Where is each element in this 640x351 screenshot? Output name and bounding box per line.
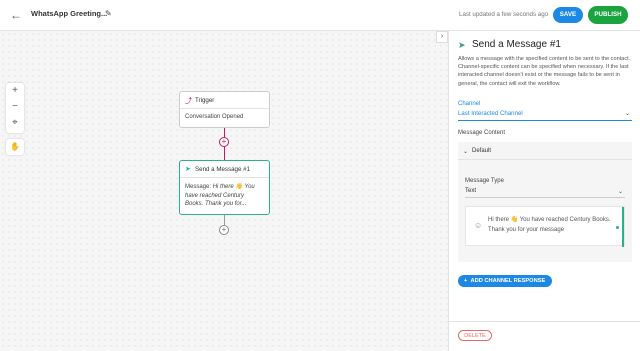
message-textarea[interactable]: ☺ Hi there 👋 You have reached Century Bo…: [465, 206, 625, 247]
chevron-down-icon: ⌄: [624, 111, 630, 117]
message-type-select[interactable]: Text ⌄: [465, 188, 625, 198]
message-node-header: ➤ Send a Message #1: [180, 161, 269, 178]
message-content-label: Message Content: [458, 130, 506, 136]
panel-title: Send a Message #1: [472, 39, 561, 50]
message-text: Hi there 👋 You have reached Century Book…: [488, 217, 611, 233]
save-button[interactable]: SAVE: [553, 7, 583, 23]
chevron-down-icon: ⌄: [463, 149, 469, 155]
emoji-icon[interactable]: ☺: [474, 221, 482, 230]
back-arrow-icon[interactable]: ←: [9, 8, 23, 22]
top-bar: ← WhatsApp Greeting... ✎ Last updated a …: [0, 0, 640, 31]
message-type-value: Text: [465, 188, 477, 194]
divider: [449, 321, 640, 322]
trigger-node-body: Conversation Opened: [185, 114, 244, 120]
pencil-icon[interactable]: ✎: [105, 9, 115, 19]
default-section-header[interactable]: ⌄ Default: [458, 142, 632, 160]
message-node-label: Send a Message #1: [195, 166, 251, 173]
publish-button[interactable]: PUBLISH: [588, 6, 628, 24]
add-step-button[interactable]: +: [219, 137, 229, 147]
status-dot: [616, 226, 619, 229]
chevron-down-icon: ⌄: [617, 189, 623, 195]
fit-view-icon[interactable]: ⌖: [6, 115, 24, 131]
lightning-icon: ⤴: [185, 98, 192, 105]
default-section-label: Default: [472, 148, 492, 154]
message-node-body: Message: Hi there 👋 You have reached Cen…: [180, 178, 269, 214]
add-step-button[interactable]: +: [219, 225, 229, 235]
trigger-node[interactable]: ⤴ Trigger Conversation Opened: [179, 91, 270, 128]
zoom-out-button[interactable]: −: [6, 99, 24, 115]
connector-line: [224, 147, 225, 160]
workflow-title: WhatsApp Greeting...: [31, 9, 108, 18]
connector-line: [224, 215, 225, 225]
trigger-node-label: Trigger: [195, 97, 215, 104]
zoom-controls: + − ⌖: [6, 83, 24, 133]
pan-hand-icon[interactable]: ✋: [6, 139, 24, 155]
trigger-node-header: ⤴ Trigger: [180, 92, 269, 109]
connector-line: [224, 128, 225, 137]
collapse-panel-icon[interactable]: ›: [436, 31, 448, 43]
message-type-label: Message Type: [465, 178, 504, 184]
add-channel-label: ADD CHANNEL RESPONSE: [470, 278, 546, 284]
properties-panel: ➤ Send a Message #1 Allows a message wit…: [448, 31, 640, 351]
channel-value: Last Interacted Channel: [458, 110, 523, 117]
send-message-node[interactable]: ➤ Send a Message #1 Message: Hi there 👋 …: [179, 160, 270, 215]
scrollbar[interactable]: [622, 207, 624, 247]
message-node-prefix: Message:: [185, 184, 213, 190]
add-channel-response-button[interactable]: + ADD CHANNEL RESPONSE: [458, 275, 552, 287]
delete-button[interactable]: DELETE: [458, 330, 492, 341]
channel-select[interactable]: Last Interacted Channel ⌄: [458, 110, 632, 121]
channel-label: Channel: [458, 101, 481, 107]
last-updated-text: Last updated a few seconds ago: [459, 11, 549, 18]
default-section: ⌄ Default Message Type Text ⌄ ☺ Hi there…: [458, 142, 632, 262]
panel-description: Allows a message with the specified cont…: [458, 56, 631, 87]
send-icon: ➤: [185, 166, 191, 173]
send-icon: ➤: [458, 40, 466, 50]
zoom-in-button[interactable]: +: [6, 83, 24, 99]
